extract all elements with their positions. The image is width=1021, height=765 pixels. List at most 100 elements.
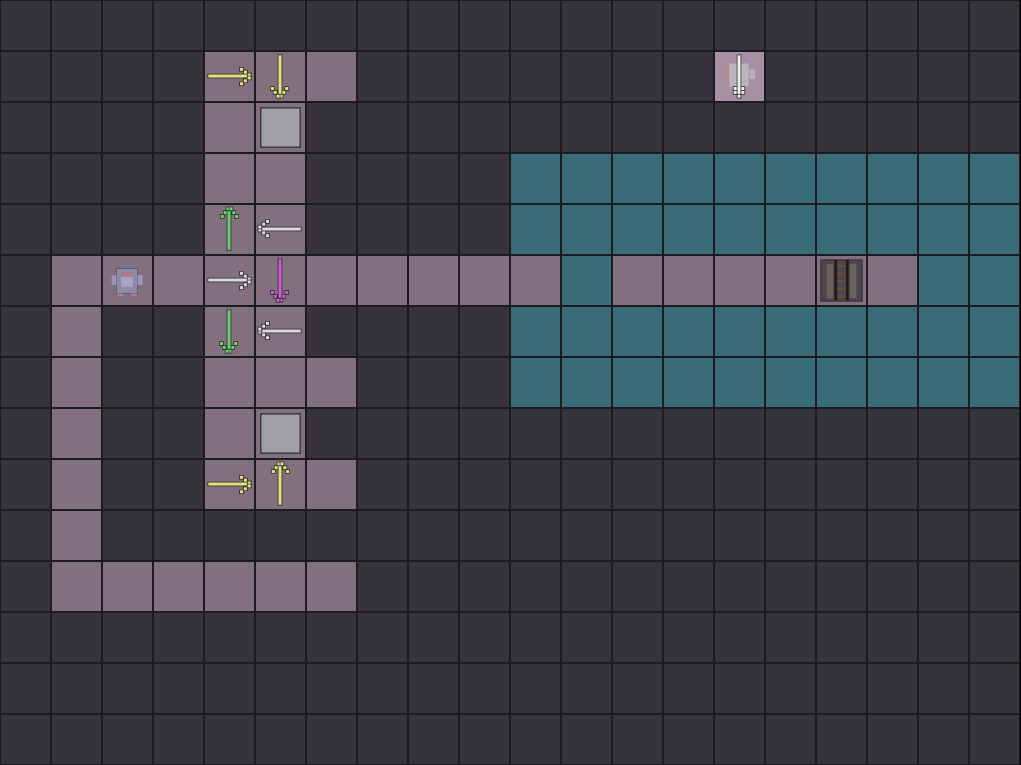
wall-tile[interactable] bbox=[969, 102, 1020, 153]
wall-tile[interactable] bbox=[408, 306, 459, 357]
water-tile[interactable] bbox=[867, 204, 918, 255]
wall-tile[interactable] bbox=[765, 612, 816, 663]
wall-tile[interactable] bbox=[510, 51, 561, 102]
floor-tile[interactable] bbox=[51, 561, 102, 612]
wall-tile[interactable] bbox=[969, 612, 1020, 663]
wall-tile[interactable] bbox=[153, 102, 204, 153]
wall-tile[interactable] bbox=[867, 0, 918, 51]
wall-tile[interactable] bbox=[459, 306, 510, 357]
water-tile[interactable] bbox=[561, 357, 612, 408]
floor-tile[interactable] bbox=[204, 153, 255, 204]
wall-tile[interactable] bbox=[612, 102, 663, 153]
wall-tile[interactable] bbox=[867, 102, 918, 153]
wall-tile[interactable] bbox=[459, 714, 510, 765]
wall-tile[interactable] bbox=[255, 612, 306, 663]
wall-tile[interactable] bbox=[408, 408, 459, 459]
water-tile[interactable] bbox=[561, 153, 612, 204]
wall-tile[interactable] bbox=[765, 714, 816, 765]
wall-tile[interactable] bbox=[969, 714, 1020, 765]
wall-tile[interactable] bbox=[0, 204, 51, 255]
wall-tile[interactable] bbox=[765, 510, 816, 561]
wall-tile[interactable] bbox=[102, 357, 153, 408]
wall-tile[interactable] bbox=[204, 612, 255, 663]
water-tile[interactable] bbox=[714, 306, 765, 357]
wall-tile[interactable] bbox=[102, 408, 153, 459]
wall-tile[interactable] bbox=[612, 0, 663, 51]
wall-tile[interactable] bbox=[153, 714, 204, 765]
water-tile[interactable] bbox=[918, 204, 969, 255]
floor-tile[interactable] bbox=[714, 51, 765, 102]
water-tile[interactable] bbox=[510, 204, 561, 255]
water-tile[interactable] bbox=[663, 306, 714, 357]
wall-tile[interactable] bbox=[102, 51, 153, 102]
wall-tile[interactable] bbox=[459, 153, 510, 204]
wall-tile[interactable] bbox=[306, 102, 357, 153]
floor-tile[interactable] bbox=[306, 51, 357, 102]
floor-tile[interactable] bbox=[255, 408, 306, 459]
water-tile[interactable] bbox=[765, 204, 816, 255]
wall-tile[interactable] bbox=[153, 306, 204, 357]
wall-tile[interactable] bbox=[969, 510, 1020, 561]
wall-tile[interactable] bbox=[0, 153, 51, 204]
water-tile[interactable] bbox=[918, 153, 969, 204]
wall-tile[interactable] bbox=[510, 714, 561, 765]
wall-tile[interactable] bbox=[357, 357, 408, 408]
wall-tile[interactable] bbox=[408, 153, 459, 204]
floor-tile[interactable] bbox=[51, 357, 102, 408]
wall-tile[interactable] bbox=[51, 0, 102, 51]
wall-tile[interactable] bbox=[816, 663, 867, 714]
water-tile[interactable] bbox=[918, 306, 969, 357]
wall-tile[interactable] bbox=[306, 612, 357, 663]
wall-tile[interactable] bbox=[153, 357, 204, 408]
wall-tile[interactable] bbox=[561, 612, 612, 663]
wall-tile[interactable] bbox=[867, 612, 918, 663]
wall-tile[interactable] bbox=[408, 357, 459, 408]
wall-tile[interactable] bbox=[0, 408, 51, 459]
floor-tile[interactable] bbox=[204, 204, 255, 255]
wall-tile[interactable] bbox=[0, 357, 51, 408]
wall-tile[interactable] bbox=[612, 510, 663, 561]
wall-tile[interactable] bbox=[765, 0, 816, 51]
wall-tile[interactable] bbox=[714, 510, 765, 561]
wall-tile[interactable] bbox=[51, 51, 102, 102]
wall-tile[interactable] bbox=[918, 51, 969, 102]
water-tile[interactable] bbox=[612, 153, 663, 204]
wall-tile[interactable] bbox=[612, 612, 663, 663]
floor-tile[interactable] bbox=[255, 153, 306, 204]
floor-tile[interactable] bbox=[357, 255, 408, 306]
wall-tile[interactable] bbox=[0, 255, 51, 306]
wall-tile[interactable] bbox=[561, 51, 612, 102]
water-tile[interactable] bbox=[714, 357, 765, 408]
wall-tile[interactable] bbox=[663, 0, 714, 51]
floor-tile[interactable] bbox=[255, 204, 306, 255]
wall-tile[interactable] bbox=[102, 510, 153, 561]
water-tile[interactable] bbox=[918, 255, 969, 306]
wall-tile[interactable] bbox=[561, 459, 612, 510]
floor-tile[interactable] bbox=[408, 255, 459, 306]
wall-tile[interactable] bbox=[306, 408, 357, 459]
floor-tile[interactable] bbox=[459, 255, 510, 306]
floor-tile[interactable] bbox=[765, 255, 816, 306]
wall-tile[interactable] bbox=[714, 102, 765, 153]
wall-tile[interactable] bbox=[867, 561, 918, 612]
wall-tile[interactable] bbox=[153, 153, 204, 204]
wall-tile[interactable] bbox=[102, 663, 153, 714]
water-tile[interactable] bbox=[663, 204, 714, 255]
wall-tile[interactable] bbox=[816, 408, 867, 459]
wall-tile[interactable] bbox=[408, 714, 459, 765]
wall-tile[interactable] bbox=[153, 51, 204, 102]
water-tile[interactable] bbox=[867, 306, 918, 357]
wall-tile[interactable] bbox=[765, 459, 816, 510]
wall-tile[interactable] bbox=[714, 663, 765, 714]
wall-tile[interactable] bbox=[0, 714, 51, 765]
floor-tile[interactable] bbox=[306, 459, 357, 510]
floor-tile[interactable] bbox=[306, 255, 357, 306]
wall-tile[interactable] bbox=[408, 663, 459, 714]
wall-tile[interactable] bbox=[408, 510, 459, 561]
wall-tile[interactable] bbox=[663, 408, 714, 459]
floor-tile[interactable] bbox=[255, 255, 306, 306]
wall-tile[interactable] bbox=[867, 51, 918, 102]
water-tile[interactable] bbox=[510, 357, 561, 408]
wall-tile[interactable] bbox=[459, 204, 510, 255]
floor-tile[interactable] bbox=[51, 510, 102, 561]
